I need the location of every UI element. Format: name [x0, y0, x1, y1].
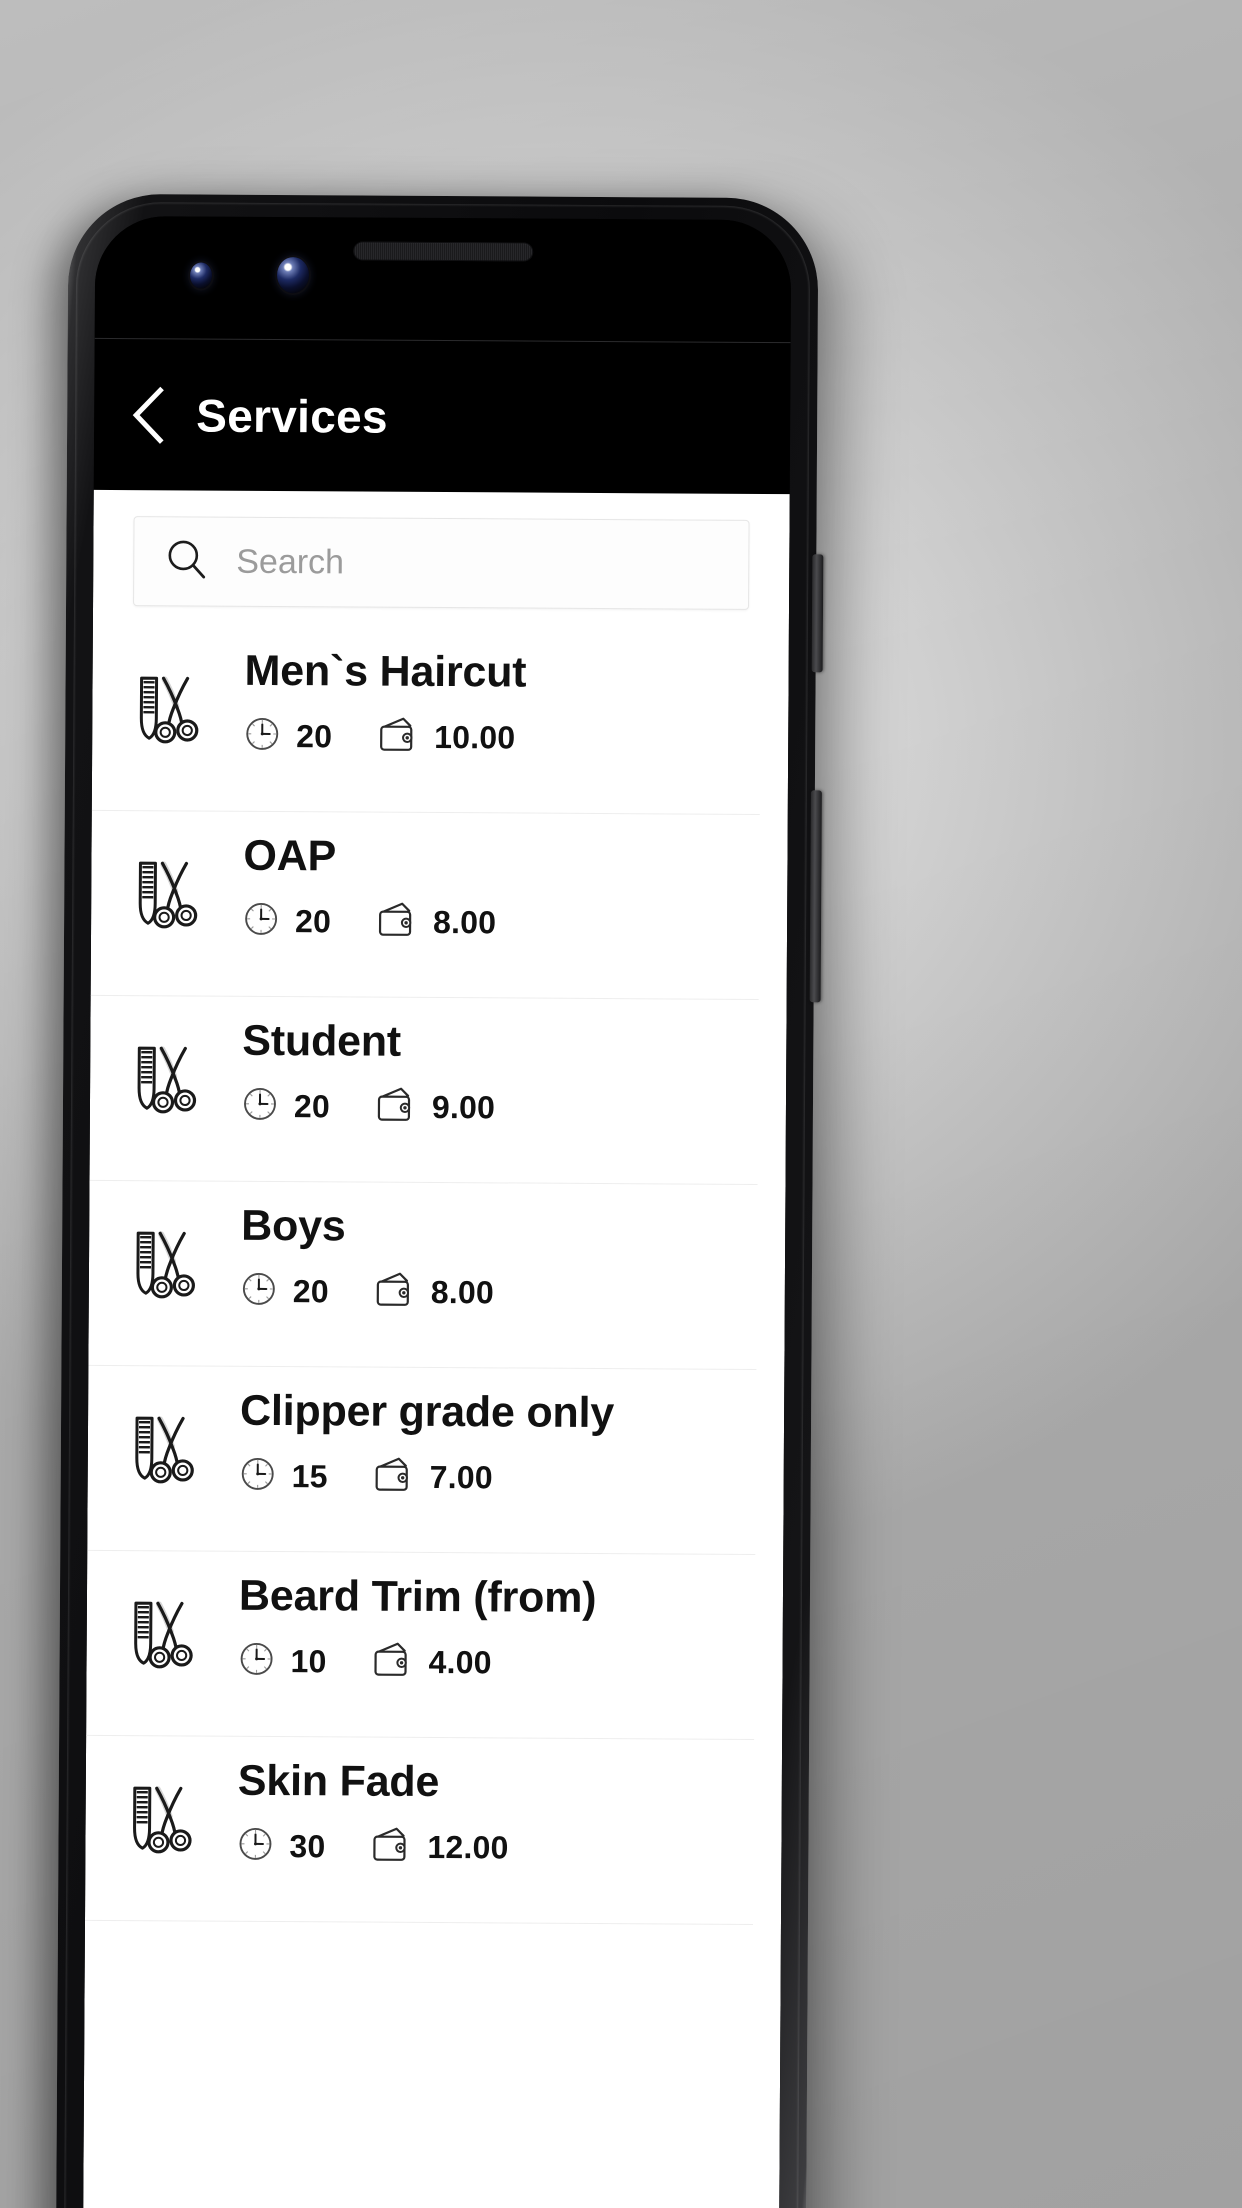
service-row-content: OAP 20 8.00	[243, 831, 760, 946]
search-input[interactable]	[234, 541, 719, 586]
service-duration: 20	[241, 1270, 329, 1312]
service-row[interactable]: OAP 20 8.00	[90, 810, 760, 1000]
service-price-value: 12.00	[427, 1828, 509, 1866]
clock-icon	[238, 1640, 274, 1681]
phone-sensor-bar	[94, 215, 792, 343]
service-duration: 20	[243, 900, 331, 942]
comb-and-scissors-icon	[91, 833, 244, 938]
service-row[interactable]: Boys 20 8.00	[88, 1180, 758, 1370]
wallet-icon	[373, 1270, 415, 1313]
app-header-bar: Services	[93, 337, 791, 496]
comb-and-scissors-icon	[92, 648, 245, 753]
service-price: 8.00	[373, 1270, 494, 1314]
phone-screen-bezel: Services Search Men`s Haircut 20 10.00 O…	[82, 215, 792, 2208]
comb-and-scissors-icon	[88, 1388, 241, 1493]
service-meta: 20 8.00	[243, 899, 749, 945]
service-list: Men`s Haircut 20 10.00 OAP 20 8.00 Stude…	[84, 625, 789, 1925]
service-name: Boys	[241, 1201, 346, 1251]
service-meta: 15 7.00	[240, 1454, 746, 1500]
page-title: Services	[196, 389, 389, 443]
wallet-icon	[369, 1825, 411, 1868]
wallet-icon	[370, 1640, 412, 1683]
clock-icon	[244, 715, 280, 756]
service-duration: 10	[238, 1640, 327, 1682]
service-meta: 20 8.00	[241, 1269, 747, 1315]
search-icon	[164, 537, 208, 586]
clock-icon	[243, 900, 279, 941]
service-duration-value: 20	[294, 902, 332, 939]
phone-device-frame: Services Search Men`s Haircut 20 10.00 O…	[55, 193, 824, 2208]
service-price: 4.00	[370, 1640, 492, 1684]
service-price: 9.00	[374, 1085, 495, 1129]
service-price: 12.00	[369, 1825, 509, 1869]
service-meta: 20 10.00	[244, 714, 750, 760]
service-duration-value: 15	[291, 1457, 328, 1494]
service-name: Student	[242, 1016, 402, 1066]
back-button[interactable]	[110, 339, 185, 491]
earpiece-speaker-grille-icon	[353, 241, 534, 262]
comb-and-scissors-icon	[90, 1018, 243, 1123]
service-name: Men`s Haircut	[244, 646, 527, 697]
service-row-content: Student 20 9.00	[242, 1016, 759, 1131]
service-duration: 15	[240, 1455, 328, 1497]
chevron-left-icon	[130, 386, 164, 444]
service-name: Clipper grade only	[239, 1386, 615, 1438]
service-meta: 30 12.00	[237, 1824, 743, 1870]
service-duration-value: 10	[290, 1642, 327, 1679]
clock-icon	[237, 1825, 273, 1866]
app-content-area: Men`s Haircut 20 10.00	[82, 489, 790, 2208]
comb-and-scissors-icon	[89, 1203, 242, 1308]
service-row-content: Men`s Haircut 20 10.00	[244, 646, 761, 761]
service-price: 8.00	[375, 900, 496, 944]
service-name: OAP	[243, 831, 337, 881]
wallet-icon	[374, 1085, 416, 1128]
clock-icon	[241, 1270, 277, 1311]
service-row[interactable]: Clipper grade only 15 7.00	[87, 1365, 757, 1555]
clock-icon	[242, 1085, 278, 1126]
service-duration-value: 20	[293, 1087, 331, 1124]
service-price-value: 7.00	[429, 1458, 493, 1495]
service-row[interactable]: Skin Fade 30 12.00	[84, 1735, 755, 1925]
comb-and-scissors-icon	[86, 1573, 239, 1678]
service-price-value: 8.00	[432, 903, 497, 940]
service-price-value: 8.00	[430, 1273, 495, 1310]
volume-rocker-button[interactable]	[809, 790, 822, 1003]
wallet-icon	[372, 1455, 414, 1498]
wallet-icon	[376, 715, 418, 758]
comb-and-scissors-icon	[85, 1758, 238, 1863]
service-row-content: Clipper grade only 15 7.00	[239, 1386, 757, 1501]
service-row[interactable]: Student 20 9.00	[89, 995, 759, 1185]
service-row-content: Skin Fade 30 12.00	[237, 1756, 754, 1871]
service-duration: 30	[237, 1825, 326, 1867]
front-camera-small-icon	[189, 262, 213, 289]
service-row-content: Boys 20 8.00	[241, 1201, 758, 1316]
service-price: 10.00	[376, 715, 515, 759]
service-price-value: 4.00	[428, 1643, 492, 1680]
service-row-content: Beard Trim (from) 10 4.00	[238, 1571, 755, 1686]
service-row[interactable]: Beard Trim (from) 10 4.00	[86, 1550, 756, 1740]
service-row[interactable]: Men`s Haircut 20 10.00	[91, 625, 761, 815]
service-duration-value: 30	[289, 1827, 326, 1864]
service-duration: 20	[242, 1085, 330, 1127]
service-name: Skin Fade	[237, 1756, 440, 1807]
service-duration: 20	[244, 715, 332, 757]
service-duration-value: 20	[296, 717, 333, 754]
service-meta: 20 9.00	[242, 1084, 748, 1130]
service-price-value: 10.00	[434, 718, 516, 756]
service-price-value: 9.00	[431, 1088, 496, 1125]
search-section	[93, 490, 790, 630]
service-name: Beard Trim (from)	[238, 1571, 597, 1622]
front-camera-large-icon	[276, 257, 310, 294]
search-box[interactable]	[133, 516, 750, 610]
service-meta: 10 4.00	[238, 1639, 744, 1685]
wallet-icon	[375, 900, 417, 943]
clock-icon	[240, 1455, 276, 1496]
power-button[interactable]	[811, 554, 824, 673]
service-price: 7.00	[372, 1455, 493, 1499]
service-duration-value: 20	[292, 1272, 329, 1309]
